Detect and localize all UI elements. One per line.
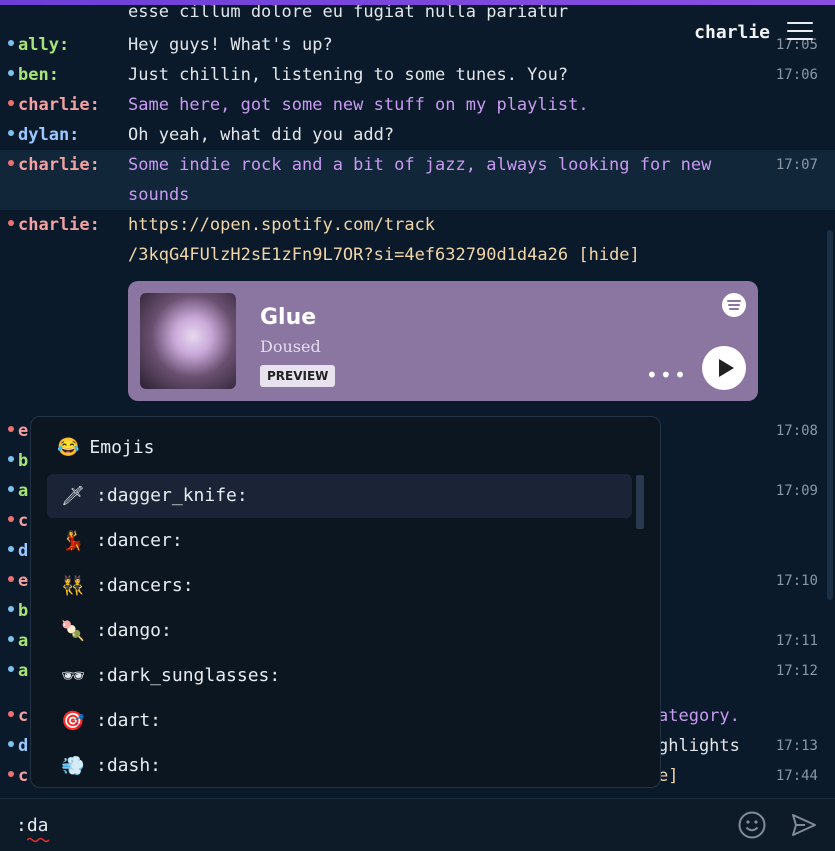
emoji-option-dagger-knife[interactable]: 🗡 :dagger_knife: [47,474,632,518]
dart-emoji-icon: 🎯 [61,710,85,732]
message-text-tail: ategory. [658,706,740,726]
message-nick[interactable]: dylan: [8,125,79,145]
message-time: 17:09 [775,483,818,499]
message-text: Same here, got some new stuff on my play… [128,95,589,115]
top-accent-bar [0,0,835,5]
message-nick[interactable]: a [8,481,28,501]
emoji-option-dango[interactable]: 🍡 :dango: [47,609,632,653]
message-nick[interactable]: ben: [8,65,59,85]
message-nick[interactable]: e [8,421,28,441]
hamburger-menu-icon[interactable] [787,22,813,42]
current-user[interactable]: charlie [694,22,770,43]
message-time: 17:13 [775,738,818,754]
message-nick[interactable]: b [8,601,28,621]
message-nick[interactable]: c [8,766,28,786]
dango-emoji-icon: 🍡 [61,620,85,642]
spotify-embed[interactable]: Glue Doused PREVIEW ••• [128,281,758,401]
message-nick[interactable]: c [8,706,28,726]
message-time: 17:10 [775,573,818,589]
message-time: 17:06 [775,67,818,83]
emoji-option-label: :dash: [96,755,162,776]
album-cover [140,293,236,389]
message-nick[interactable]: b [8,451,28,471]
popup-title: Emojis [89,437,155,458]
emoji-option-label: :dancers: [96,575,194,596]
emoji-option-dancer[interactable]: 💃 :dancer: [47,519,632,563]
play-icon[interactable] [702,346,746,390]
message-time: 17:08 [775,423,818,439]
message-nick[interactable]: charlie: [8,155,100,175]
smiley-icon[interactable] [738,811,766,839]
chat-scrollbar[interactable] [827,230,833,600]
message-text-tail: ghlights [658,736,740,756]
message-time: 17:12 [775,663,818,679]
emoji-option-label: :dango: [96,620,172,641]
message-nick[interactable]: d [8,541,28,561]
message-input-bar: :da [0,798,835,851]
message-nick[interactable]: charlie: [8,215,100,235]
dash-emoji-icon: 💨 [61,755,85,777]
message-nick[interactable]: a [8,631,28,651]
message-row: charlie: https://open.spotify.com/track … [0,210,835,270]
emoji-option-dash[interactable]: 💨 :dash: [47,744,632,787]
track-artist[interactable]: Doused [260,337,321,356]
emoji-option-dart[interactable]: 🎯 :dart: [47,699,632,743]
message-nick[interactable]: e [8,571,28,591]
message-row-highlighted: charlie: Some indie rock and a bit of ja… [0,150,835,210]
emoji-option-label: :dart: [96,710,162,731]
message-text-line1: Some indie rock and a bit of jazz, alway… [128,155,712,175]
message-row: ben: Just chillin, listening to some tun… [0,60,835,90]
hide-embed-button[interactable]: [hide] [578,245,639,265]
emoji-option-label: :dagger_knife: [96,485,248,506]
message-link-line1[interactable]: https://open.spotify.com/track [128,215,435,235]
message-link-line2[interactable]: /3kqG4FUlzH2sE1zFn9L7OR?si=4ef632790d1d4… [128,245,568,265]
message-time: 17:07 [775,157,818,173]
message-nick[interactable]: charlie: [8,95,100,115]
message-nick[interactable]: c [8,511,28,531]
send-icon[interactable] [791,813,817,837]
message-text: Just chillin, listening to some tunes. Y… [128,65,569,85]
message-input[interactable]: :da [16,815,49,836]
message-text-line2: sounds [128,185,190,205]
message-row: dylan: Oh yeah, what did you add? [0,120,835,150]
dancer-emoji-icon: 💃 [61,530,85,552]
popup-scrollbar[interactable] [636,475,644,529]
message-nick[interactable]: d [8,736,28,756]
message-nick[interactable]: ally: [8,35,69,55]
preview-badge: PREVIEW [260,365,336,387]
message-row: charlie: Same here, got some new stuff o… [0,90,835,120]
message-text: Oh yeah, what did you add? [128,125,395,145]
message-time: 17:44 [775,768,818,784]
message-text: Hey guys! What's up? [128,35,333,55]
joy-emoji-icon: 😂 [57,437,80,458]
emoji-option-label: :dark_sunglasses: [96,665,281,686]
track-title[interactable]: Glue [260,305,316,330]
message-nick[interactable]: a [8,661,28,681]
dagger-emoji-icon: 🗡 [61,485,86,507]
more-icon[interactable]: ••• [646,363,688,387]
message-text-tail: e] [658,766,679,786]
message-text: esse cillum dolore eu fugiat nulla paria… [128,2,569,22]
emoji-option-dark-sunglasses[interactable]: 🕶 :dark_sunglasses: [47,654,632,698]
popup-header: 😂 Emojis [57,437,154,458]
emoji-option-label: :dancer: [96,530,183,551]
message-time: 17:11 [775,633,818,649]
emoji-option-dancers[interactable]: 👯 :dancers: [47,564,632,608]
dancers-emoji-icon: 👯 [61,575,85,597]
spotify-icon[interactable] [722,293,746,317]
spellcheck-underline [27,837,49,843]
sunglasses-emoji-icon: 🕶 [61,665,86,687]
emoji-autocomplete-popup: 😂 Emojis 🗡 :dagger_knife: 💃 :dancer: 👯 :d… [30,416,661,788]
